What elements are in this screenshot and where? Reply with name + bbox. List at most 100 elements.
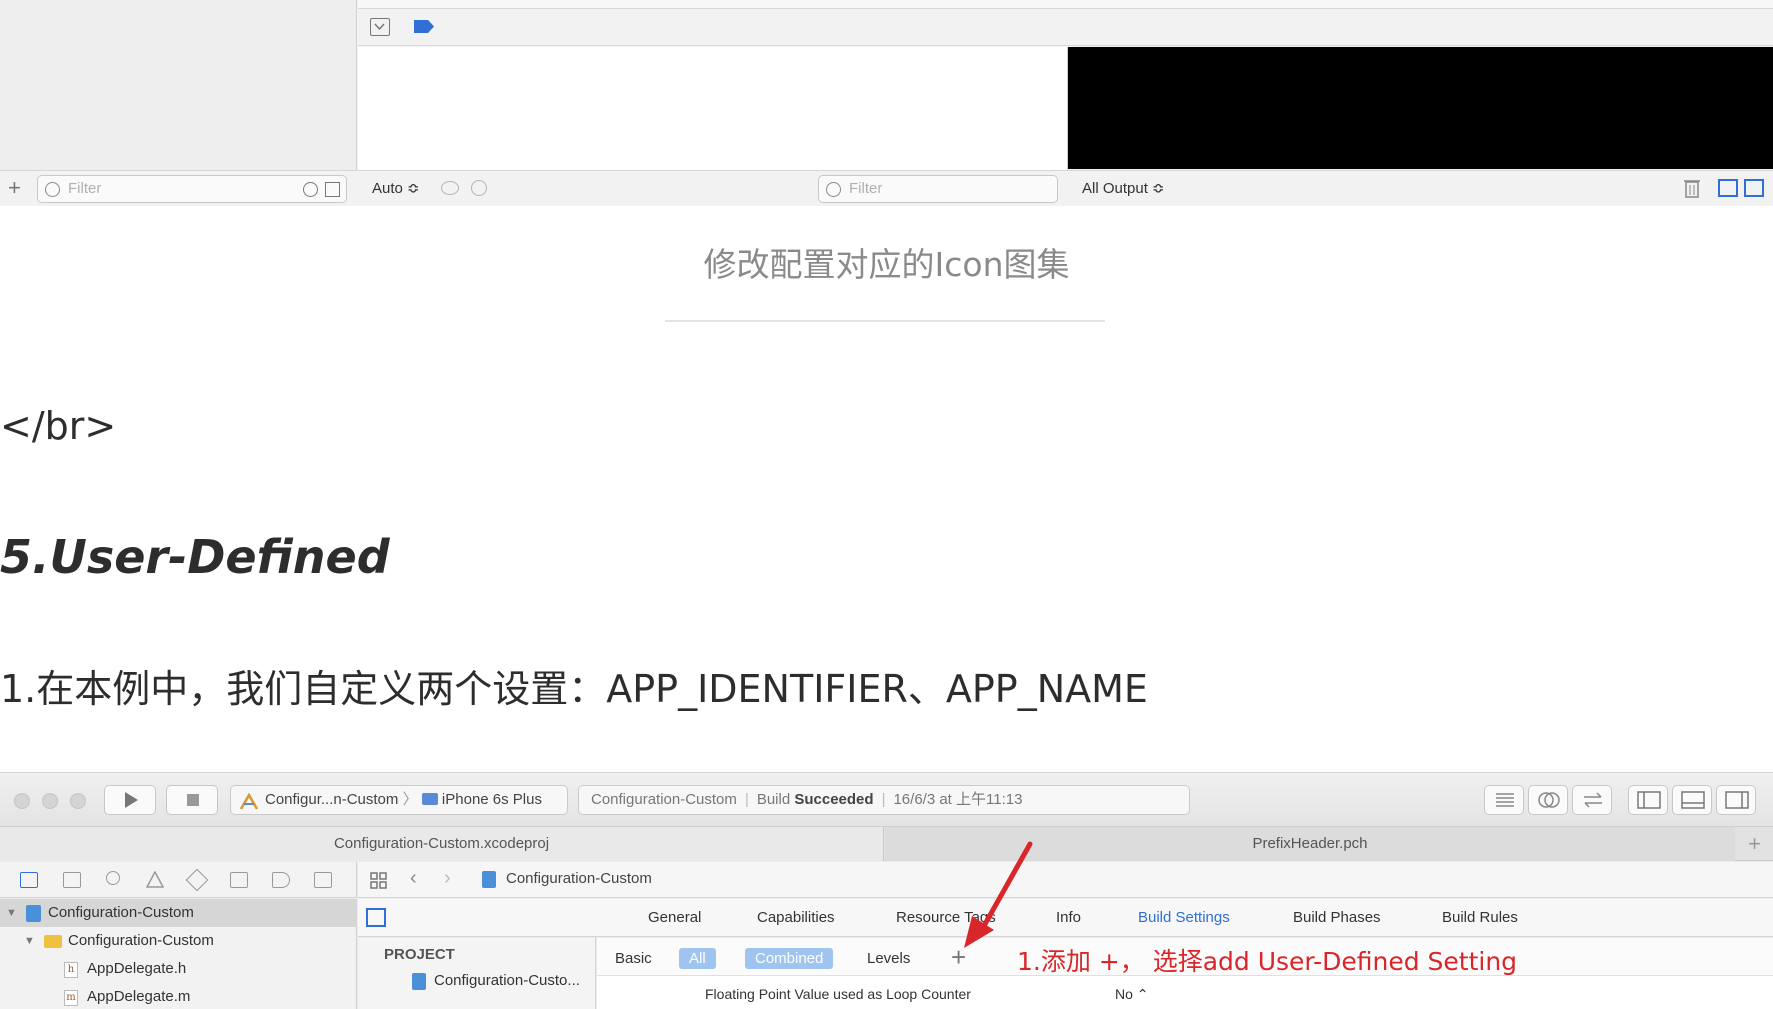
filter-input-center[interactable]: Filter: [818, 175, 1058, 203]
close-window-button[interactable]: [14, 793, 30, 809]
left-panel-icon: [1637, 791, 1661, 809]
tab-info[interactable]: Info: [1056, 908, 1081, 928]
filter-input-left[interactable]: Filter: [37, 175, 347, 203]
folder-navigator-icon[interactable]: [20, 872, 38, 888]
project-icon: [26, 905, 41, 922]
symbol-navigator-icon[interactable]: [63, 872, 81, 888]
section-heading: 5.User-Defined: [0, 530, 390, 584]
rings-icon: [1538, 792, 1560, 808]
tab-xcodeproj[interactable]: Configuration-Custom.xcodeproj: [0, 827, 884, 861]
implementation-file-icon: m: [64, 990, 78, 1006]
output-selector[interactable]: All Output ≎: [1082, 179, 1165, 199]
scope-icon[interactable]: [325, 182, 340, 197]
test-icon[interactable]: [185, 868, 209, 892]
search-icon[interactable]: [106, 871, 120, 885]
minimize-window-button[interactable]: [42, 793, 58, 809]
toggle-navigator-button[interactable]: [1628, 785, 1668, 815]
scheme-device: iPhone 6s Plus: [441, 791, 542, 808]
status-project: Configuration-Custom: [591, 791, 737, 808]
tab-build-settings[interactable]: Build Settings: [1138, 908, 1230, 928]
run-button[interactable]: [104, 785, 156, 815]
segment-combined[interactable]: Combined: [745, 948, 834, 969]
filter-placeholder: Filter: [849, 180, 883, 197]
standard-editor-button[interactable]: [1484, 785, 1524, 815]
jump-bar-item[interactable]: Configuration-Custom: [506, 870, 652, 887]
assistant-editor-button[interactable]: [1528, 785, 1568, 815]
toggle-debug-button[interactable]: [1672, 785, 1712, 815]
lines-icon: [1496, 793, 1514, 807]
trash-icon[interactable]: [1684, 178, 1700, 203]
setting-value: No ⌃: [1115, 986, 1149, 1002]
quick-look-icon[interactable]: [441, 181, 459, 195]
setting-name: Floating Point Value used as Loop Counte…: [705, 986, 971, 1002]
toggle-utilities-button[interactable]: [1716, 785, 1756, 815]
debug-area-screenshot: + Filter Auto ≎ Filter All Output ≎: [0, 0, 1773, 206]
tab-build-rules[interactable]: Build Rules: [1442, 908, 1518, 928]
project-list-item[interactable]: Configuration-Custo...: [434, 972, 580, 989]
navigator-label: Configuration-Custom: [48, 904, 194, 921]
add-icon[interactable]: +: [8, 177, 21, 199]
breakpoint-navigator-icon[interactable]: [272, 872, 290, 888]
stop-button[interactable]: [166, 785, 218, 815]
grid-icon[interactable]: [370, 872, 388, 895]
debug-toolbar: [358, 8, 1773, 46]
navigator-label: AppDelegate.h: [87, 960, 187, 977]
arrows-icon: [1584, 792, 1602, 808]
report-navigator-icon[interactable]: [314, 872, 332, 888]
tab-capabilities[interactable]: Capabilities: [757, 908, 835, 928]
filter-icon: [45, 182, 60, 197]
show-targets-icon[interactable]: [366, 908, 386, 927]
hide-debug-area-icon[interactable]: [370, 18, 390, 36]
auto-variables-selector[interactable]: Auto ≎: [372, 179, 420, 199]
console-output: [1068, 47, 1773, 169]
file-tab-bar: Configuration-Custom.xcodeproj PrefixHea…: [0, 827, 1773, 861]
window-toolbar: Configur...n-Custom 〉 iPhone 6s Plus Con…: [0, 773, 1773, 827]
status-build-result: Succeeded: [794, 791, 874, 808]
forward-arrow-icon[interactable]: ›: [444, 867, 451, 890]
navigator-selector-bar: [0, 862, 357, 898]
scheme-selector[interactable]: Configur...n-Custom 〉 iPhone 6s Plus: [230, 785, 568, 815]
segment-basic[interactable]: Basic: [605, 948, 662, 969]
top-strip: [358, 0, 1773, 8]
stop-icon: [187, 794, 199, 806]
activity-status: Configuration-Custom | Build Succeeded | 16/…: [578, 785, 1190, 815]
build-setting-row[interactable]: Floating Point Value used as Loop Counte…: [597, 978, 1773, 1009]
info-icon[interactable]: [471, 180, 487, 196]
navigator-label: Configuration-Custom: [68, 932, 214, 949]
split-console-icon[interactable]: [1744, 179, 1764, 197]
right-panel-icon: [1725, 791, 1749, 809]
caption-divider: [665, 320, 1105, 322]
navigator-row-file[interactable]: h AppDelegate.h: [0, 955, 357, 983]
version-editor-button[interactable]: [1572, 785, 1612, 815]
folder-icon: [44, 935, 62, 948]
tab-general[interactable]: General: [648, 908, 701, 928]
stray-br-text: </br>: [0, 404, 117, 448]
red-arrow-icon: [964, 841, 1033, 948]
new-tab-button[interactable]: +: [1748, 827, 1761, 861]
bottom-panel-icon: [1681, 791, 1705, 809]
settings-filter-bar: Basic All Combined Levels + 1.添加 +， 选择ad…: [597, 938, 1773, 976]
segment-levels[interactable]: Levels: [857, 948, 920, 969]
zoom-window-button[interactable]: [70, 793, 86, 809]
warning-icon[interactable]: [145, 870, 165, 893]
debug-navigator-icon[interactable]: [230, 872, 248, 888]
header-file-icon: h: [64, 962, 78, 978]
navigator-row-file[interactable]: m AppDelegate.m: [0, 983, 357, 1009]
segment-all[interactable]: All: [679, 948, 716, 969]
navigator-row-project[interactable]: ▼ Configuration-Custom: [0, 899, 357, 927]
split-variables-icon[interactable]: [1718, 179, 1738, 197]
recent-icon[interactable]: [303, 182, 318, 197]
scheme-target: Configur...n-Custom: [265, 791, 399, 808]
xcode-window-screenshot: Configur...n-Custom 〉 iPhone 6s Plus Con…: [0, 772, 1773, 1009]
debug-bottom-bar: + Filter Auto ≎ Filter All Output ≎: [0, 170, 1773, 206]
jump-bar: ‹ › Configuration-Custom: [358, 862, 1773, 898]
tab-build-phases[interactable]: Build Phases: [1293, 908, 1381, 928]
breakpoint-icon[interactable]: [413, 19, 435, 39]
back-arrow-icon[interactable]: ‹: [410, 867, 417, 890]
play-icon: [125, 792, 138, 808]
target-editor-tabs: General Capabilities Resource Tags Info …: [358, 899, 1773, 937]
navigator-row-group[interactable]: ▼ Configuration-Custom: [0, 927, 357, 955]
body-paragraph: 1.在本例中，我们自定义两个设置：APP_IDENTIFIER、APP_NAME: [0, 667, 1148, 711]
red-annotation-text: 1.添加 +， 选择add User-Defined Setting: [1017, 947, 1518, 976]
image-caption: 修改配置对应的Icon图集: [703, 245, 1070, 284]
